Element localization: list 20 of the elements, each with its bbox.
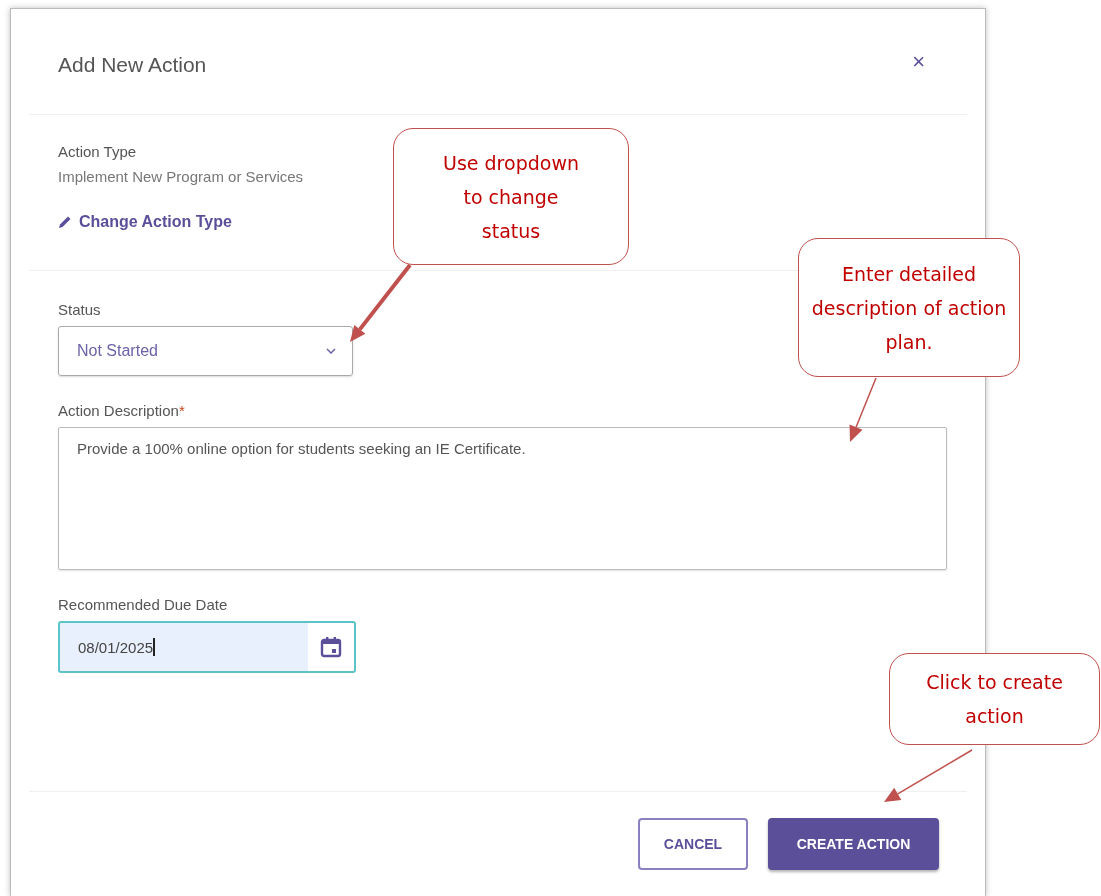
field-label: Action Type xyxy=(58,143,137,160)
field-label: Status xyxy=(58,301,101,318)
field-label: Action Description* xyxy=(58,402,185,419)
action-type-value: Implement New Program or Services xyxy=(58,168,304,185)
description-field[interactable]: Provide a 100% online option for students seeking an IE Certificate. xyxy=(58,427,947,570)
create-button[interactable]: CREATE ACTION xyxy=(768,818,939,870)
calendar-icon[interactable] xyxy=(308,623,354,671)
callout: Enter detailed description of action plan. xyxy=(798,238,1020,377)
field-label: Recommended Due Date xyxy=(58,596,228,613)
date-field[interactable]: 08/01/2025 xyxy=(58,621,356,673)
pencil-icon xyxy=(58,215,72,229)
chevron-down-icon xyxy=(326,348,336,354)
arrow xyxy=(849,377,877,442)
dialog-title: Add New Action xyxy=(58,53,207,77)
callout: Use dropdown to change status xyxy=(393,128,629,265)
status-dropdown[interactable]: Not Started xyxy=(58,326,353,376)
cancel-button[interactable]: CANCEL xyxy=(638,818,748,870)
change-action-type-link[interactable]: Change Action Type xyxy=(58,213,232,231)
close-button[interactable]: × xyxy=(912,51,925,73)
callout: Click to create action xyxy=(889,653,1100,745)
